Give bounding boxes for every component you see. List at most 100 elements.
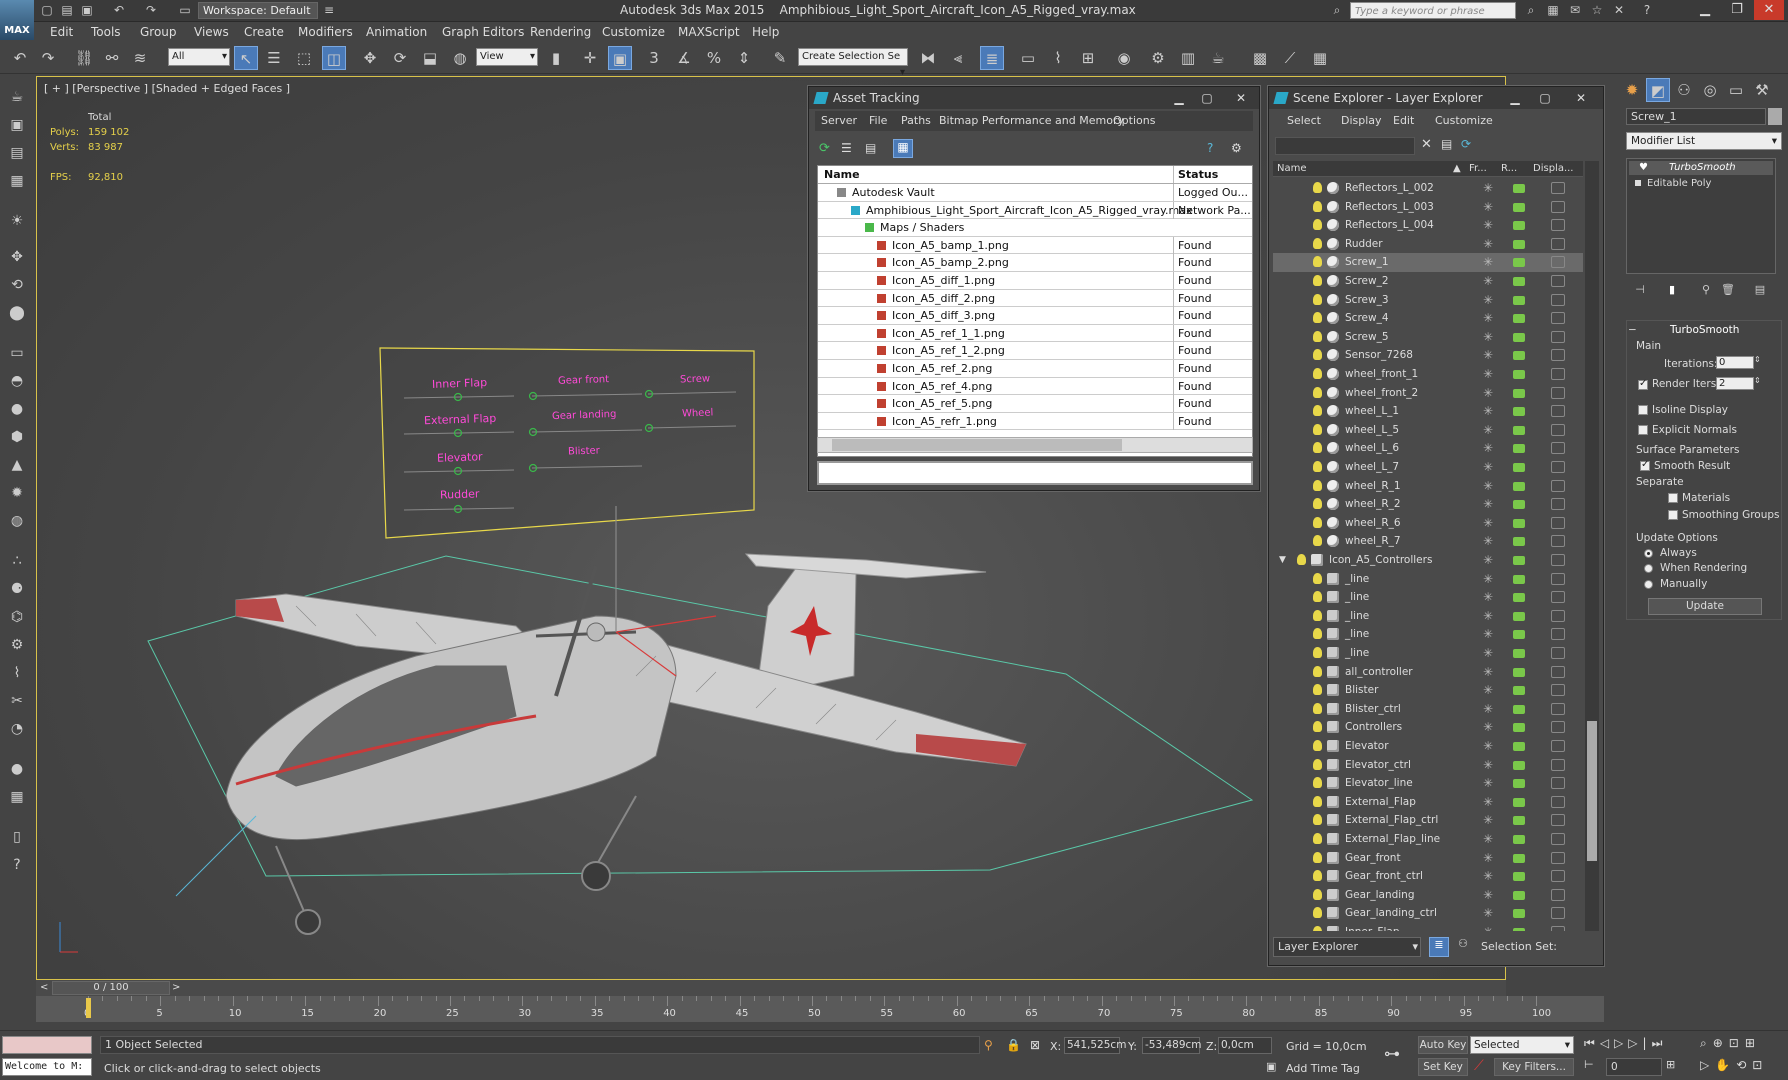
z-coordinate-field[interactable]: 0,0cm: [1218, 1037, 1272, 1054]
freeze-toggle-icon[interactable]: ✳: [1483, 644, 1493, 662]
visibility-bulb-icon[interactable]: [1313, 609, 1322, 621]
workspace-dropdown[interactable]: Workspace: Default ▾: [198, 2, 318, 32]
visibility-bulb-icon[interactable]: [1313, 498, 1322, 510]
renderable-teapot-icon[interactable]: [1513, 742, 1525, 751]
object-row[interactable]: wheel_L_6 ✳: [1273, 439, 1583, 458]
render-iters-spinner[interactable]: 2: [1716, 377, 1754, 390]
renderable-teapot-icon[interactable]: [1513, 295, 1525, 305]
freeze-toggle-icon[interactable]: ✳: [1483, 179, 1493, 197]
mirror-icon[interactable]: ⧓: [916, 46, 940, 70]
zoom-extents-all-icon[interactable]: ⊞: [1745, 1036, 1761, 1050]
angle-snap-icon[interactable]: ∡: [672, 46, 696, 70]
renderable-teapot-icon[interactable]: [1513, 779, 1525, 789]
grid-view-icon[interactable]: ▦: [893, 139, 913, 158]
sculpt-icon[interactable]: ◔: [5, 718, 29, 740]
display-mode-icon[interactable]: [1551, 572, 1565, 585]
display-mode-icon[interactable]: [1551, 833, 1565, 845]
menu-modifiers[interactable]: Modifiers: [298, 25, 353, 39]
subscription-icon[interactable]: ▦: [1544, 2, 1562, 18]
render-production-icon[interactable]: ☕: [1206, 46, 1230, 70]
make-unique-icon[interactable]: ⚲: [1694, 278, 1718, 302]
renderable-teapot-icon[interactable]: [1513, 500, 1525, 510]
key-mode-toggle-icon[interactable]: ⊢: [1584, 1058, 1594, 1071]
schematic-view-icon[interactable]: ⊞: [1076, 46, 1100, 70]
visibility-bulb-icon[interactable]: [1313, 591, 1322, 603]
renderable-teapot-icon[interactable]: [1513, 760, 1525, 770]
renderable-teapot-icon[interactable]: [1513, 221, 1525, 231]
renderable-teapot-icon[interactable]: [1513, 611, 1525, 621]
next-frame-icon[interactable]: ▷|: [1628, 1036, 1651, 1050]
manually-radio[interactable]: [1644, 580, 1653, 589]
freeze-toggle-icon[interactable]: ✳: [1483, 458, 1493, 476]
display-mode-icon[interactable]: [1551, 609, 1565, 622]
pin-stack-icon[interactable]: ⊣: [1628, 278, 1652, 302]
display-mode-icon[interactable]: [1551, 516, 1565, 529]
y-coordinate-field[interactable]: -53,489cm: [1142, 1037, 1202, 1054]
freeze-toggle-icon[interactable]: ✳: [1483, 718, 1493, 736]
object-row[interactable]: _line ✳: [1273, 607, 1583, 626]
menu-maxscript[interactable]: MAXScript: [678, 25, 740, 39]
renderable-teapot-icon[interactable]: [1513, 239, 1525, 249]
time-slider[interactable]: [36, 980, 1506, 996]
undo-icon[interactable]: ↶: [110, 2, 128, 18]
freeze-toggle-icon[interactable]: ✳: [1483, 588, 1493, 606]
undo-icon[interactable]: ↶: [8, 46, 32, 70]
hierarchy-toggle-icon[interactable]: ⚇: [1453, 937, 1473, 957]
table-row[interactable]: Maps / Shaders: [818, 219, 1252, 237]
geosphere-icon[interactable]: ⬢: [5, 426, 29, 448]
materials-checkbox[interactable]: [1668, 493, 1678, 503]
visibility-bulb-icon[interactable]: [1313, 907, 1322, 919]
smooth-result-checkbox[interactable]: ✓: [1640, 459, 1650, 471]
visibility-bulb-icon[interactable]: [1313, 628, 1322, 640]
rotate-tool-icon[interactable]: ⟲: [5, 274, 29, 296]
display-mode-icon[interactable]: [1551, 926, 1565, 931]
display-mode-icon[interactable]: [1551, 628, 1565, 641]
visibility-bulb-icon[interactable]: [1313, 219, 1322, 231]
column-status[interactable]: Status: [1173, 166, 1252, 183]
object-row[interactable]: Elevator_line ✳: [1273, 774, 1583, 793]
object-row[interactable]: Gear_landing ✳: [1273, 886, 1583, 905]
display-mode-icon[interactable]: [1551, 702, 1565, 715]
freeze-toggle-icon[interactable]: ✳: [1483, 216, 1493, 234]
workspace-menu-icon[interactable]: ≡: [320, 2, 338, 18]
renderable-teapot-icon[interactable]: [1513, 686, 1525, 696]
object-row[interactable]: Rudder ✳: [1273, 235, 1583, 254]
scene-tree-vscrollbar[interactable]: [1585, 161, 1599, 931]
iterations-spinner[interactable]: 0: [1716, 356, 1754, 369]
close-info-icon[interactable]: ✕: [1610, 2, 1628, 18]
menu-create[interactable]: Create: [244, 25, 284, 39]
display-mode-icon[interactable]: [1551, 498, 1565, 511]
display-mode-icon[interactable]: [1551, 740, 1565, 752]
menu-help[interactable]: Help: [752, 25, 779, 39]
current-frame-marker[interactable]: [86, 998, 91, 1018]
visibility-bulb-icon[interactable]: [1313, 368, 1322, 379]
window-crossing-icon[interactable]: ◫: [322, 46, 346, 70]
spinner-arrows-icon[interactable]: ⇕: [1754, 355, 1761, 364]
time-configuration-icon[interactable]: ⊞: [1666, 1058, 1675, 1071]
freeze-toggle-icon[interactable]: ✳: [1483, 551, 1493, 569]
object-row[interactable]: Sensor_7268 ✳: [1273, 346, 1583, 365]
configure-sets-icon[interactable]: ▤: [1748, 278, 1772, 302]
visibility-bulb-icon[interactable]: [1313, 870, 1322, 882]
menu-paths[interactable]: Paths: [901, 114, 931, 127]
table-row[interactable]: Icon_A5_ref_1_1.png Found: [818, 324, 1252, 343]
freeze-toggle-icon[interactable]: ✳: [1483, 756, 1493, 774]
object-row[interactable]: Screw_4 ✳: [1273, 309, 1583, 328]
teapot-icon[interactable]: ☕: [5, 86, 29, 108]
calculator-icon[interactable]: ▦: [5, 786, 29, 808]
graphite-ribbon-icon[interactable]: ▭: [1016, 46, 1040, 70]
object-row[interactable]: Screw_2 ✳: [1273, 272, 1583, 291]
table-row[interactable]: Icon_A5_ref_4.png Found: [818, 377, 1252, 396]
freeze-toggle-icon[interactable]: ✳: [1483, 625, 1493, 643]
object-row[interactable]: Inner_Flap ✳: [1273, 923, 1583, 931]
unlink-icon[interactable]: ⚯: [100, 46, 124, 70]
object-row[interactable]: Gear_front ✳: [1273, 849, 1583, 868]
pan-icon[interactable]: ✋: [1715, 1058, 1736, 1072]
menu-select[interactable]: Select: [1287, 114, 1321, 127]
display-mode-icon[interactable]: [1551, 554, 1565, 566]
table-row[interactable]: Autodesk Vault Logged Ou...: [818, 184, 1252, 202]
search-icon[interactable]: ⌕: [1328, 2, 1346, 18]
object-color-swatch[interactable]: [1768, 108, 1782, 125]
select-and-place-icon[interactable]: ◍: [448, 46, 472, 70]
menu-rendering[interactable]: Rendering: [530, 25, 591, 39]
